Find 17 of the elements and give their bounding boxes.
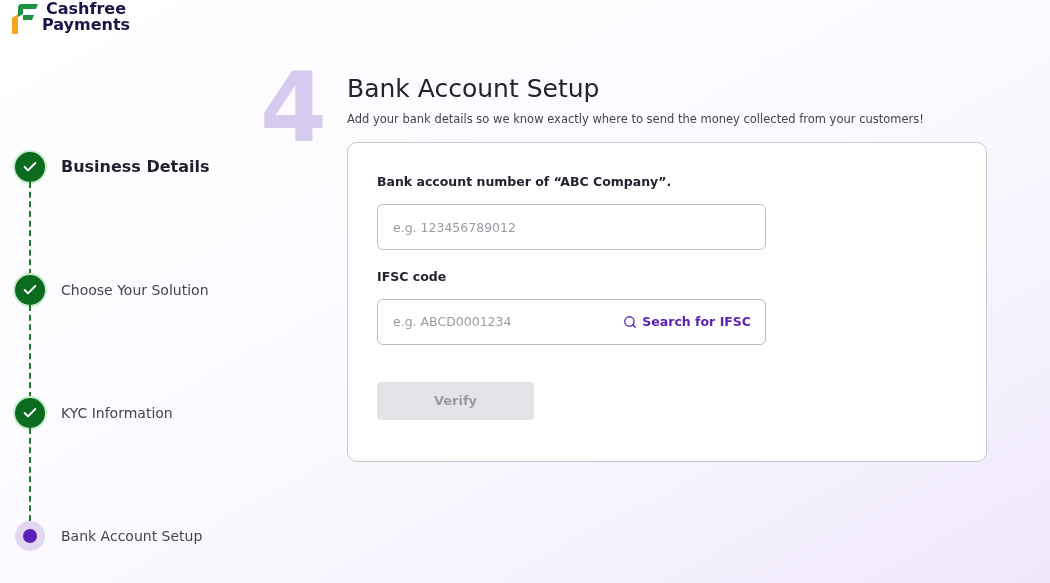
check-icon <box>15 398 45 428</box>
field-label: Bank account number of “ABC Company”. <box>377 173 673 192</box>
field-label: IFSC code <box>377 268 448 286</box>
current-step-icon <box>15 521 45 551</box>
input-field[interactable]: e.g. 123456789012 <box>377 204 766 250</box>
check-icon <box>15 275 45 305</box>
step-label[interactable]: KYC Information <box>61 402 173 424</box>
page-title: Bank Account Setup <box>347 73 601 105</box>
search-ifsc-link[interactable]: Search for IFSC <box>623 312 751 332</box>
logo-text: Cashfree Payments <box>42 1 131 33</box>
search-icon <box>623 315 638 330</box>
logo-icon <box>10 4 38 34</box>
step-label[interactable]: Bank Account Setup <box>61 525 203 547</box>
page-subtitle: Add your bank details so we know exactly where to send the money collected from your customers! <box>347 111 925 128</box>
step-label[interactable]: Choose Your Solution <box>61 279 209 301</box>
step-label[interactable]: Business Details <box>61 155 210 179</box>
check-icon <box>15 152 45 182</box>
